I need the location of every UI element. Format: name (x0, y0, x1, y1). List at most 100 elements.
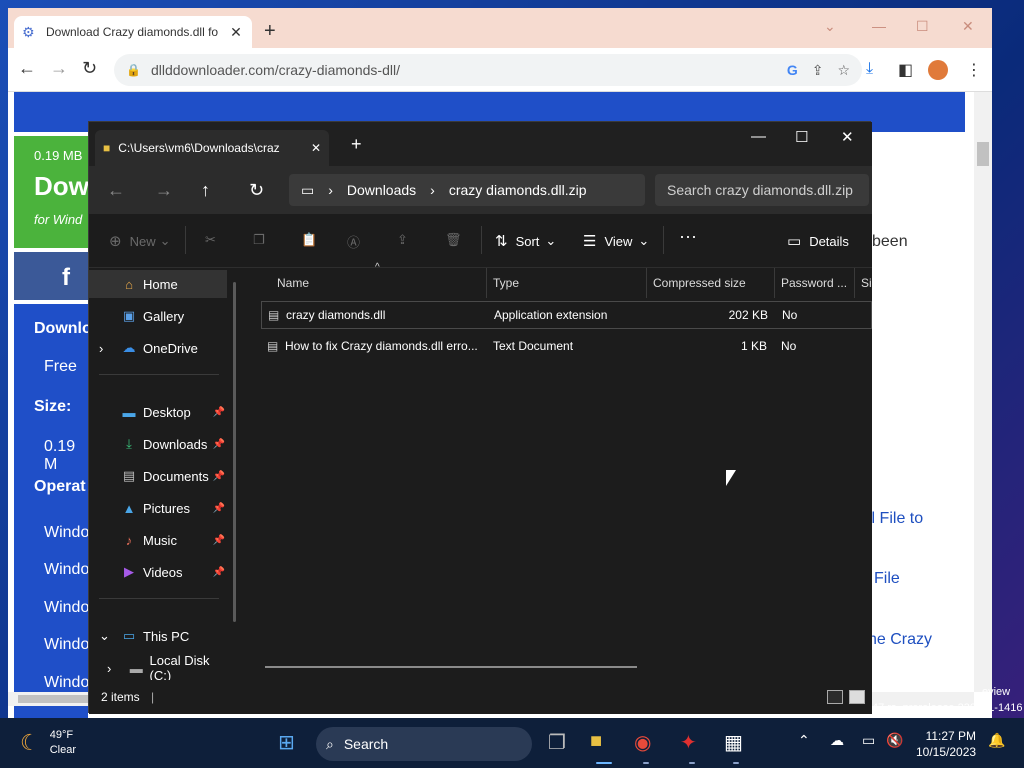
details-button[interactable]: ▭ Details (787, 232, 849, 250)
profile-avatar[interactable] (928, 60, 948, 80)
maximize-button[interactable]: ☐ (916, 18, 929, 35)
tab-search-icon[interactable]: ⌄ (824, 18, 836, 35)
new-tab-button[interactable]: + (351, 134, 362, 155)
address-bar[interactable]: 🔒 dllddownloader.com/crazy-diamonds-dll/… (114, 54, 862, 86)
back-icon[interactable]: ← (18, 58, 36, 79)
breadcrumb[interactable]: ▭ › Downloads › crazy diamonds.dll.zip (289, 174, 645, 206)
nav-item-home[interactable]: ⌂ Home (89, 270, 227, 298)
rename-icon[interactable]: Ⓐ (347, 232, 360, 251)
app-taskbar-icon[interactable]: ✦ (680, 730, 697, 755)
nav-item-pictures[interactable]: ▲ Pictures 📌 (89, 494, 227, 522)
notification-bell-icon[interactable]: 🔔 (988, 732, 1005, 749)
search-icon: ⌕ (326, 735, 334, 752)
copy-icon[interactable]: ❐ (253, 232, 265, 248)
more-options-icon[interactable]: ··· (679, 226, 697, 247)
minimize-button[interactable]: — (872, 18, 886, 34)
column-label: Si (861, 276, 872, 290)
chevron-down-icon[interactable]: ⌄ (99, 628, 110, 644)
close-window-button[interactable]: ✕ (841, 128, 854, 146)
clock[interactable]: 11:27 PM 10/15/2023 (916, 728, 976, 760)
nav-item-music[interactable]: ♪ Music 📌 (89, 526, 227, 554)
view-icon: ☰ (583, 233, 597, 250)
file-row[interactable]: ▤ crazy diamonds.dll Application extensi… (261, 301, 872, 329)
drive-icon: ▬ (129, 660, 143, 676)
details-view-icon[interactable] (827, 690, 843, 704)
share-icon[interactable]: ⇪ (397, 232, 408, 248)
column-header-name[interactable]: Name ^ (249, 262, 487, 298)
nav-item-label: Pictures (143, 500, 190, 516)
minimize-button[interactable]: — (751, 128, 766, 145)
breadcrumb-item[interactable]: Downloads (347, 182, 416, 198)
running-indicator (643, 762, 649, 764)
chevron-right-icon[interactable]: › (99, 341, 103, 356)
horizontal-scrollbar[interactable] (265, 666, 637, 668)
url-text: dllddownloader.com/crazy-diamonds-dll/ (150, 62, 400, 78)
download-box[interactable]: 0.19 MB Dow for Wind (14, 136, 89, 248)
start-icon[interactable]: ⊞ (278, 730, 295, 755)
cut-icon[interactable]: ✂ (205, 232, 216, 248)
facebook-icon[interactable]: f (14, 252, 88, 300)
nav-item-local-disk[interactable]: › ▬ Local Disk (C:) (89, 653, 227, 683)
nav-item-documents[interactable]: ▤ Documents 📌 (89, 462, 227, 490)
gear-favicon-icon: ⚙ (22, 24, 35, 40)
onedrive-tray-icon[interactable]: ☁ (830, 732, 844, 749)
pc-icon[interactable]: ▭ (301, 182, 314, 199)
reload-icon[interactable]: ↻ (82, 58, 97, 79)
view-button[interactable]: ☰ View ⌄ (583, 232, 649, 250)
new-button[interactable]: ⊕ New ⌄ (109, 232, 171, 250)
toc-link[interactable]: File (874, 570, 900, 588)
display-icon[interactable]: ▭ (862, 732, 875, 749)
search-input[interactable]: Search crazy diamonds.dll.zip (655, 174, 869, 206)
menu-icon[interactable]: ⋮ (966, 60, 982, 80)
browser-tab[interactable]: ⚙ Download Crazy diamonds.dll fo ✕ (14, 16, 252, 48)
pin-icon: 📌 (212, 534, 225, 546)
nav-item-videos[interactable]: ▶ Videos 📌 (89, 558, 227, 586)
explorer-tab[interactable]: ■ C:\Users\vm6\Downloads\craz ✕ (95, 130, 329, 166)
mute-icon[interactable]: 🔇 (886, 732, 903, 749)
up-icon[interactable]: ↑ (201, 180, 210, 201)
page-vertical-scrollbar[interactable] (974, 92, 992, 692)
close-tab-icon[interactable]: ✕ (311, 141, 321, 155)
breadcrumb-item[interactable]: crazy diamonds.dll.zip (449, 182, 587, 198)
downloads-icon[interactable]: ⤓ (866, 60, 873, 78)
maximize-button[interactable]: ☐ (795, 128, 808, 146)
refresh-icon[interactable]: ↻ (249, 180, 264, 201)
scroll-thumb[interactable] (977, 142, 989, 166)
nav-item-desktop[interactable]: ▬ Desktop 📌 (89, 398, 227, 426)
chrome-taskbar-icon[interactable]: ◉ (634, 730, 651, 755)
nav-item-label: Documents (143, 468, 209, 484)
pixel-app-taskbar-icon[interactable]: ▦ (724, 730, 743, 755)
large-icons-view-icon[interactable] (849, 690, 865, 704)
nav-item-downloads[interactable]: ⤓ Downloads 📌 (89, 430, 227, 458)
file-explorer-taskbar-icon[interactable]: ■ (590, 730, 602, 753)
bookmark-star-icon[interactable]: ☆ (837, 62, 850, 79)
toc-link[interactable]: he Crazy (868, 631, 932, 649)
chevron-up-icon[interactable]: ⌃ (798, 732, 810, 749)
back-icon[interactable]: ← (107, 180, 125, 201)
google-icon[interactable]: G (787, 62, 798, 78)
share-icon[interactable]: ⇪ (812, 62, 824, 79)
file-row[interactable]: ▤ How to fix Crazy diamonds.dll erro... … (261, 332, 872, 360)
task-view-icon[interactable]: ❐ (548, 730, 566, 755)
toc-link[interactable]: ll File to (868, 510, 923, 528)
close-tab-icon[interactable]: ✕ (228, 24, 244, 41)
close-window-button[interactable]: ✕ (962, 18, 974, 35)
column-header-compressed-size[interactable]: Compressed size (647, 268, 775, 298)
taskbar-search[interactable]: ⌕ Search (316, 727, 532, 761)
delete-icon[interactable]: 🗑 (445, 232, 462, 248)
forward-icon[interactable]: → (155, 180, 173, 201)
nav-scrollbar[interactable] (233, 282, 236, 622)
nav-item-this-pc[interactable]: ⌄ ▭ This PC (89, 622, 227, 650)
sort-button[interactable]: ⇅ Sort ⌄ (495, 232, 556, 250)
column-header-type[interactable]: Type (487, 268, 647, 298)
new-tab-button[interactable]: + (264, 20, 276, 43)
chevron-right-icon[interactable]: › (107, 661, 111, 676)
forward-icon[interactable]: → (50, 58, 68, 79)
nav-item-onedrive[interactable]: › ☁ OneDrive (89, 334, 227, 362)
column-header-password[interactable]: Password ... (775, 268, 855, 298)
weather-widget[interactable]: ☾ 49°F Clear (20, 728, 76, 758)
side-panel-icon[interactable]: ◧ (898, 60, 913, 80)
column-header-size[interactable]: Si (855, 268, 872, 298)
paste-icon[interactable]: 📋 (301, 232, 317, 248)
nav-item-gallery[interactable]: ▣ Gallery (89, 302, 227, 330)
